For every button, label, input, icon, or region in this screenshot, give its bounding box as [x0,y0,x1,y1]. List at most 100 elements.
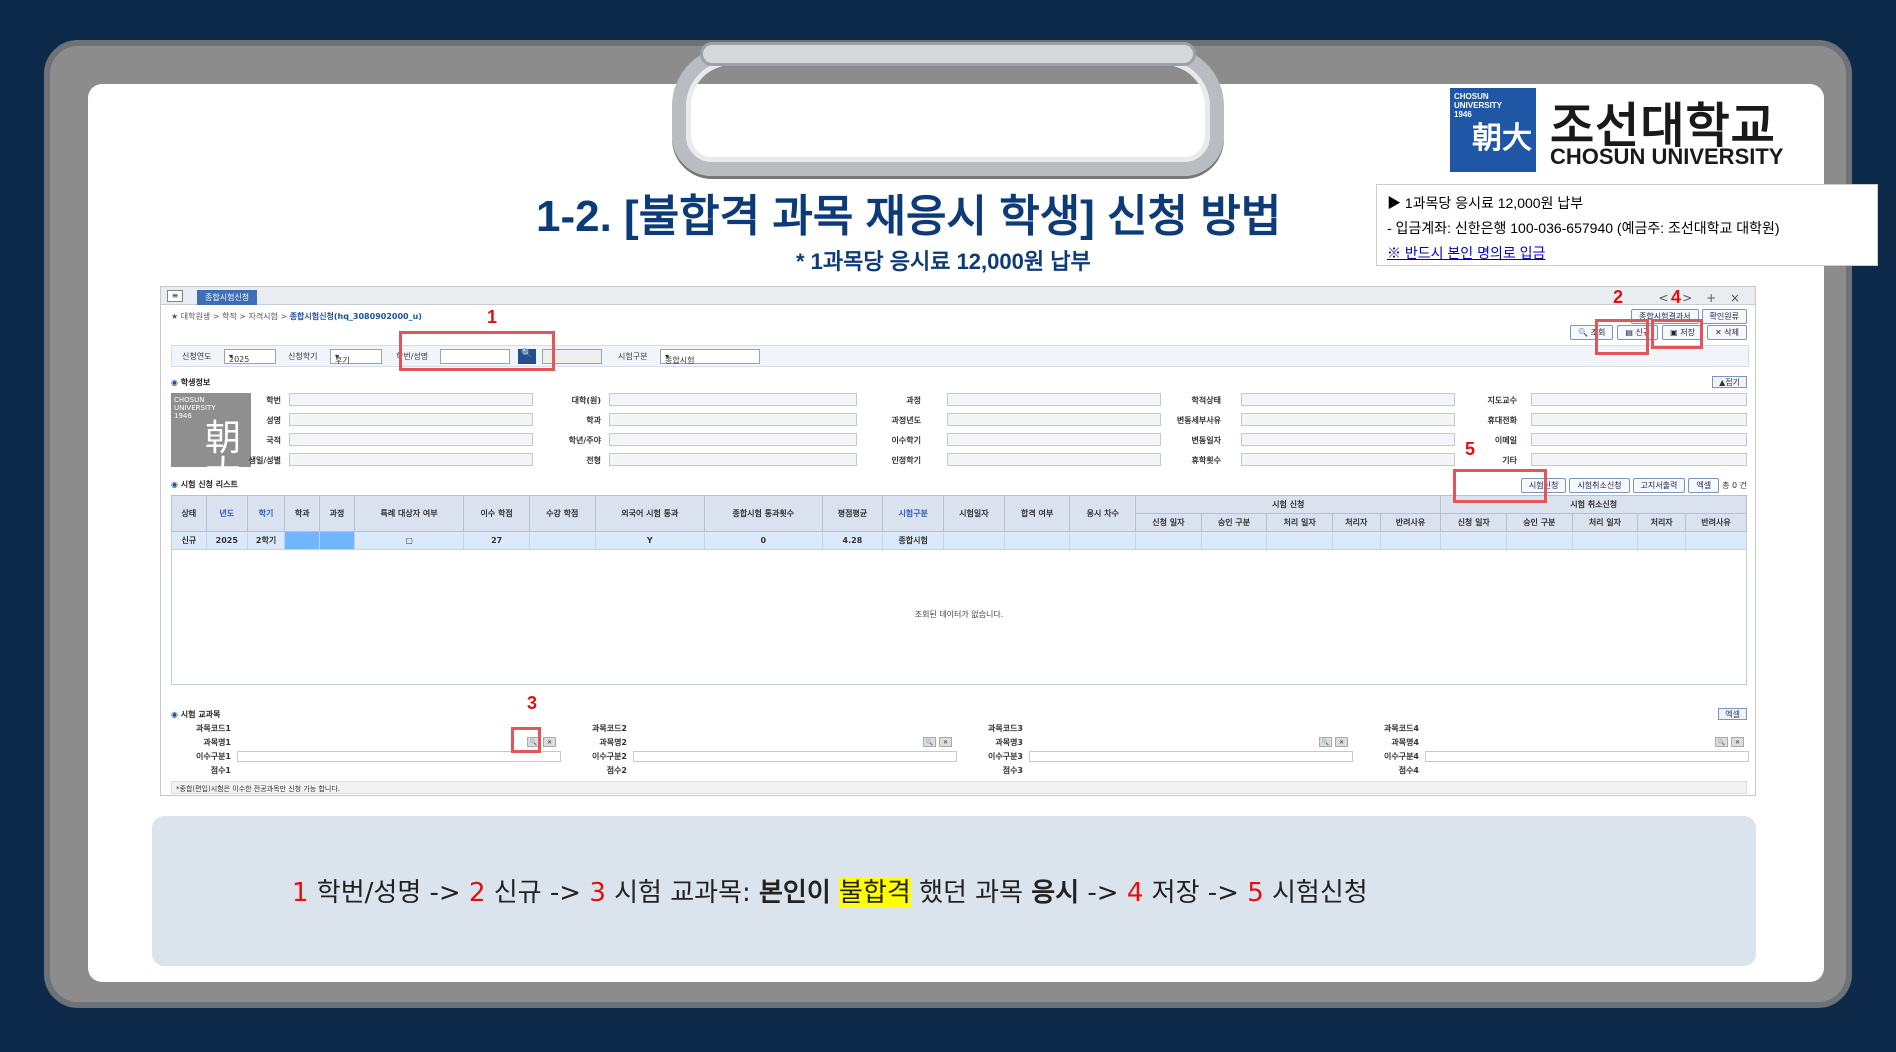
logo-english: CHOSUN UNIVERSITY [1550,144,1784,169]
field-value [289,413,533,426]
notice-warning: ※ 반드시 본인 명의로 입금 [1387,245,1546,261]
year-label: 신청연도 [182,352,212,361]
field-value [947,453,1161,466]
field-label: 인정학기 [891,456,921,465]
subject-type-input[interactable] [1029,751,1353,762]
field-label: 이수학기 [891,436,921,445]
table-row[interactable]: 신규 2025 2학기 ▢ 27 Y 0 4.28 종합시험 [171,531,1747,550]
field-value [947,413,1161,426]
field-label: 변동일자 [1191,436,1221,445]
field-label: 대학(원) [571,396,601,405]
field-value [609,393,857,406]
subject-label: 점수2 [606,766,627,775]
field-label: 국적 [266,436,281,445]
field-value [609,433,857,446]
term-label: 신청학기 [288,352,318,361]
delete-button[interactable]: ✕ 삭제 [1707,325,1747,340]
slide-title: 1-2. [불합격 과목 재응시 학생] 신청 방법 [536,192,1282,241]
subject-label: 과목명3 [995,738,1023,747]
tab-bar: ≡ 종합시험신청 < > + × [161,287,1755,305]
field-label: 과정 [906,396,921,405]
confirm-button[interactable]: 확인원류 [1701,309,1747,324]
field-value [1241,453,1455,466]
field-label: 학과 [586,416,601,425]
subject-clear-icon[interactable]: ✕ [543,737,556,747]
exam-grid: 상태 년도 학기 학과 과정 특례 대상자 여부 이수 학점 수강 학점 외국어… [171,495,1747,550]
year-select[interactable]: 2025 ▾ [224,349,276,364]
subject-type-input[interactable] [633,751,957,762]
term-select[interactable]: 후기 ▾ [330,349,382,365]
field-label: 생일/성별 [248,456,281,465]
notice-account: - 입금계좌: 신한은행 100-036-657940 (예금주: 조선대학교 … [1387,220,1780,236]
subject-label: 점수3 [1002,766,1023,775]
field-value [1531,413,1747,426]
subject-label: 과목코드1 [195,724,231,733]
subject-clear-icon[interactable]: ✕ [1335,737,1348,747]
subject-clear-icon[interactable]: ✕ [1731,737,1744,747]
tab-exam-application[interactable]: 종합시험신청 [197,290,258,305]
field-value [289,433,533,446]
excel-button[interactable]: 엑셀 [1688,478,1720,493]
seal-icon: 朝大 [1472,122,1532,155]
university-logo: CHOSUN UNIVERSITY 1946 朝大 조선대학교 CHOSUN U… [1450,88,1812,172]
field-value [947,393,1161,406]
field-value [1531,433,1747,446]
exam-list-buttons: 시험신청 시험취소신청 고지서출력 엑셀 총 0 건 [1520,478,1747,493]
subjects-excel-button[interactable]: 엑셀 [1718,708,1747,720]
subject-label: 과목명4 [1391,738,1419,747]
subject-label: 과목코드2 [591,724,627,733]
field-label: 지도교수 [1487,396,1517,405]
exam-list-title: 시험 신청 리스트 [171,479,238,490]
masked-department [284,531,321,550]
field-label: 변동세부사유 [1176,416,1221,425]
subject-label: 과목코드4 [1383,724,1419,733]
breadcrumb: ★ 대학원생 > 학적 > 자격시험 > 종합시험신청(hq_308090200… [171,312,422,321]
subject-type-input[interactable] [1425,751,1749,762]
field-label: 학번 [266,396,281,405]
field-value [947,433,1161,446]
field-label: 휴학횟수 [1191,456,1221,465]
marker-3: 3 [527,693,538,713]
subject-search-icon[interactable]: 🔍 [1319,737,1332,747]
field-value [609,413,857,426]
field-value [1531,393,1747,406]
subject-label: 이수구분2 [591,752,627,761]
masked-course [319,531,355,550]
subject-clear-icon[interactable]: ✕ [939,737,952,747]
highlight-save-button [1651,319,1703,349]
instruction-text: 1 학번/성명 -> 2 신규 -> 3 시험 교과목: 본인이 불합격 했던 … [292,878,1368,908]
field-label: 과정년도 [891,416,921,425]
student-info-title: 학생정보 [171,377,210,388]
field-value [1241,433,1455,446]
app-screenshot: ≡ 종합시험신청 < > + × ★ 대학원생 > 학적 > 자격시험 > 종합… [160,286,1756,796]
footnote: *종합(편입)시험은 이수한 전공과목만 신청 가능 합니다. [171,781,1747,794]
subject-label: 이수구분1 [195,752,231,761]
field-value [609,453,857,466]
highlight-new-button [1595,319,1649,355]
menu-icon[interactable]: ≡ [167,290,183,302]
marker-1: 1 [487,307,498,327]
field-value [1241,393,1455,406]
marker-5: 5 [1465,439,1476,459]
exam-cancel-button[interactable]: 시험취소신청 [1569,478,1630,493]
logo-emblem: CHOSUN UNIVERSITY 1946 朝大 [1450,88,1536,172]
field-value [289,453,533,466]
subject-label: 이수구분4 [1383,752,1419,761]
payment-notice: ▶ 1과목당 응시료 12,000원 납부 - 입금계좌: 신한은행 100-0… [1376,184,1878,266]
bill-print-button[interactable]: 고지서출력 [1632,478,1686,493]
highlight-student-search [399,331,555,371]
subject-search-icon[interactable]: 🔍 [1715,737,1728,747]
subject-label: 과목명2 [599,738,627,747]
special-checkbox[interactable]: ▢ [353,531,465,550]
exam-type-select[interactable]: 종합시험 ▾ [660,349,760,365]
field-label: 성명 [266,416,281,425]
clipboard-clip-top [700,42,1196,66]
subject-label: 이수구분3 [987,752,1023,761]
subject-label: 점수1 [210,766,231,775]
fold-button[interactable]: ▲접기 [1712,376,1747,388]
highlight-subject-search [511,727,541,753]
notice-fee: ▶ 1과목당 응시료 12,000원 납부 [1387,195,1584,211]
subject-search-icon[interactable]: 🔍 [923,737,936,747]
marker-4: 4 [1671,287,1682,307]
exam-type-label: 시험구분 [618,352,648,361]
